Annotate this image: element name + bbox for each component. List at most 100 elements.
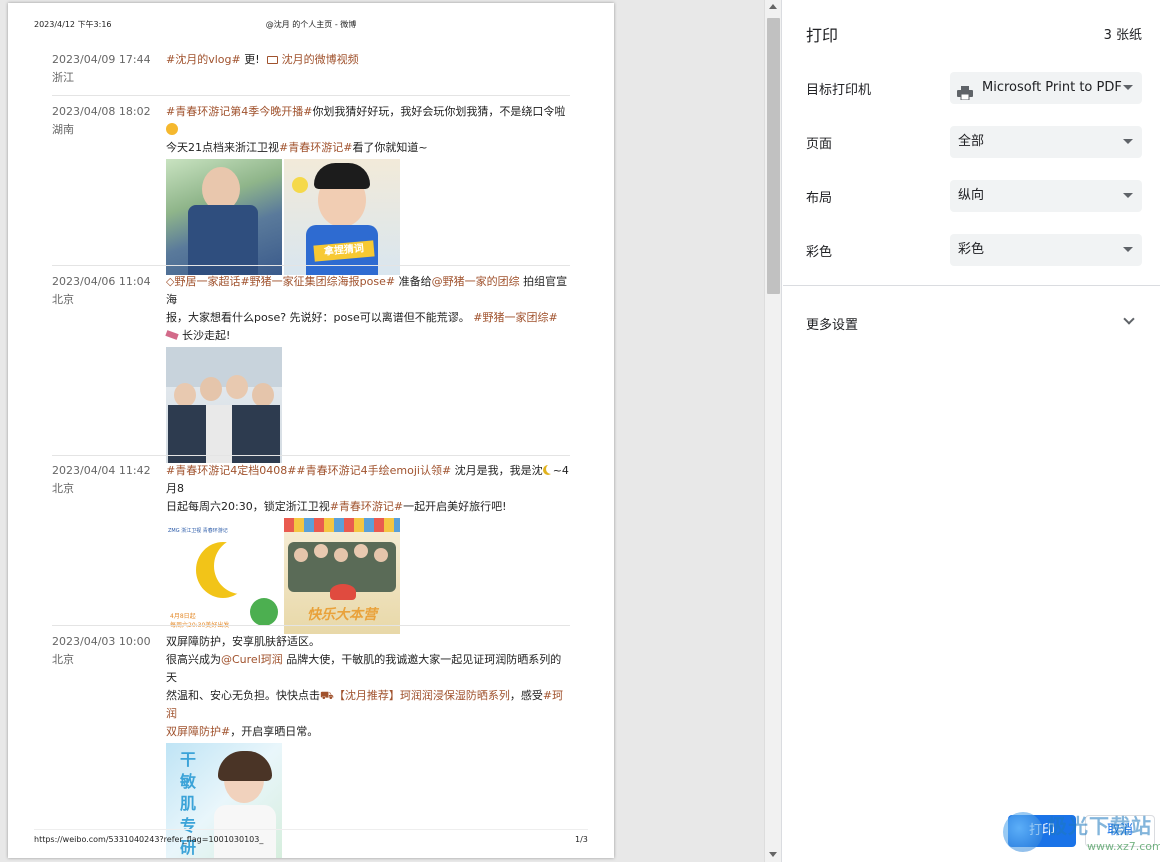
post-product-link: 【沈月推荐】珂润润浸保湿防晒系列 <box>333 689 510 702</box>
video-icon <box>267 56 279 64</box>
laughing-emoji-icon <box>166 123 178 135</box>
post-hashtag: #青春环游记# <box>329 500 404 513</box>
post-images <box>166 347 570 463</box>
cart-icon: ⛟ <box>320 689 334 702</box>
post-mention: @Curel珂润 <box>221 653 283 666</box>
sheet-count: 3 张纸 <box>1103 28 1142 43</box>
post-text-span: 一起开启美好旅行吧! <box>403 500 507 513</box>
settings-divider <box>783 285 1160 286</box>
printer-icon <box>957 81 973 101</box>
scrollbar-thumb[interactable] <box>767 18 780 294</box>
page-footer-url: https://weibo.com/5331040243?refer_flag=… <box>34 835 264 844</box>
pages-label: 页面 <box>806 137 833 152</box>
image-caption: 快乐大本营 <box>307 607 377 623</box>
page-footer-number: 1/3 <box>575 835 588 844</box>
post-text: ◇野居一家超话#野猪一家征集团综海报pose# 准备给@野猪一家的团综 拍组官宣… <box>165 273 570 463</box>
pages-select[interactable]: 全部 <box>950 126 1142 158</box>
post-divider <box>52 625 570 626</box>
post-text: #沈月的vlog# 更! 沈月的微博视频 <box>166 51 570 69</box>
page-footer-line <box>34 829 588 830</box>
preview-page: 2023/4/12 下午3:16 @沈月 的个人主页 - 微博 2023/04/… <box>8 3 614 858</box>
chevron-down-icon <box>1123 139 1133 144</box>
post-text-span: 双屏障防护，安享肌肤舒适区。 <box>166 635 320 648</box>
cancel-button[interactable]: 取消 <box>1085 815 1155 847</box>
post-location: 北京 <box>52 293 74 306</box>
print-dialog-title: 打印 <box>806 26 839 45</box>
scroll-down-arrow-icon[interactable] <box>769 852 777 857</box>
post-text-span: 很高兴成为 <box>166 653 221 666</box>
post-hashtag: #青春环游记4定档0408##青春环游记4手绘emoji认领# <box>166 464 452 477</box>
post-text-span: 你划我猜好好玩，我好会玩你划我猜，不是绕口令啦 <box>312 105 566 118</box>
post-image-photo <box>166 347 282 463</box>
post-text-span: 看了你就知道~ <box>352 141 428 154</box>
post-text-span: ，感受 <box>509 689 543 702</box>
post-text: #青春环游记4定档0408##青春环游记4手绘emoji认领# 沈月是我，我是沈… <box>166 462 570 634</box>
post-date: 2023/04/04 11:42 <box>52 464 151 477</box>
show-logo-icon <box>250 598 278 626</box>
chevron-down-icon <box>1123 193 1133 198</box>
post-text-span: ，开启享晒日常。 <box>230 725 319 738</box>
printer-value: Microsoft Print to PDF <box>982 80 1122 95</box>
layout-select[interactable]: 纵向 <box>950 180 1142 212</box>
post-image-photo: 拿捏猜词 <box>284 159 400 275</box>
post-text-span: 沈月是我，我是沈 <box>451 464 543 477</box>
post-image-photo: 快乐大本营 <box>284 518 400 634</box>
post-images: ZMG 浙江卫视 青春环游记 4月8日起 每周六20:30美好出发 快乐大本营 <box>166 518 570 634</box>
post-date: 2023/04/03 10:00 <box>52 635 151 648</box>
scroll-up-arrow-icon[interactable] <box>769 4 777 9</box>
post-image-poster: ZMG 浙江卫视 青春环游记 4月8日起 每周六20:30美好出发 <box>166 518 282 634</box>
print-button[interactable]: 打印 <box>1008 815 1076 847</box>
post-text-span: 然温和、安心无负担。快快点击 <box>166 689 320 702</box>
post-text-span: 报，大家想看什么pose? 先说好：pose可以离谱但不能荒谬。 <box>166 311 474 324</box>
color-value: 彩色 <box>958 242 985 257</box>
post-video-link: 沈月的微博视频 <box>281 53 359 66</box>
post-text-span: 更! <box>240 53 264 66</box>
post-meta: 2023/04/06 11:04 北京 <box>52 273 162 309</box>
post-meta: 2023/04/08 18:02 湖南 <box>52 103 162 139</box>
post-date: 2023/04/06 11:04 <box>52 275 151 288</box>
post-text-span: 准备给 <box>395 275 432 288</box>
post-divider <box>52 95 570 96</box>
post-hashtag: #沈月的vlog# <box>166 53 241 66</box>
chevron-down-icon <box>1123 85 1133 90</box>
post-text-span: 长沙走起! <box>182 329 231 342</box>
post-divider <box>52 455 570 456</box>
color-select[interactable]: 彩色 <box>950 234 1142 266</box>
pages-value: 全部 <box>958 134 985 149</box>
post-text: #青春环游记第4季今晚开播#你划我猜好好玩，我好会玩你划我猜，不是绕口令啦 今天… <box>166 103 570 275</box>
post-date: 2023/04/08 18:02 <box>52 105 151 118</box>
image-poster-top: ZMG 浙江卫视 青春环游记 <box>168 528 228 534</box>
post-text: 双屏障防护，安享肌肤舒适区。 很高兴成为@Curel珂润 品牌大使，干敏肌的我诚… <box>166 633 570 858</box>
layout-value: 纵向 <box>958 188 985 203</box>
post-location: 湖南 <box>52 123 74 136</box>
moon-emoji-icon <box>543 465 553 475</box>
chevron-down-icon <box>1123 247 1133 252</box>
post-images: 拿捏猜词 <box>166 159 570 275</box>
color-label: 彩色 <box>806 245 833 260</box>
post-meta: 2023/04/04 11:42 北京 <box>52 462 162 498</box>
post-supertopic: 野居一家超话 <box>174 275 241 288</box>
post-image-photo <box>166 159 282 275</box>
post-meta: 2023/04/09 17:44 浙江 <box>52 51 162 87</box>
layout-label: 布局 <box>806 191 833 206</box>
post-hashtag: #青春环游记# <box>279 141 353 154</box>
more-settings-toggle[interactable]: 更多设置 <box>806 314 858 333</box>
preview-scrollbar[interactable] <box>764 0 781 862</box>
printer-select[interactable]: Microsoft Print to PDF <box>950 72 1142 104</box>
post-text-span: 日起每周六20:30，锁定浙江卫视 <box>166 500 330 513</box>
post-hashtag: #野猪一家团综# <box>473 311 558 324</box>
printer-label: 目标打印机 <box>806 83 872 98</box>
post-location: 北京 <box>52 653 74 666</box>
post-location: 浙江 <box>52 71 74 84</box>
post-date: 2023/04/09 17:44 <box>52 53 151 66</box>
post-mention: @野猪一家的团综 <box>431 275 520 288</box>
airplane-emoji-icon <box>165 330 179 340</box>
lightbulb-icon <box>292 177 308 193</box>
post-hashtag: #青春环游记第4季今晚开播# <box>166 105 313 118</box>
chevron-down-icon[interactable] <box>1123 313 1135 325</box>
post-meta: 2023/04/03 10:00 北京 <box>52 633 162 669</box>
print-preview-pane: 2023/4/12 下午3:16 @沈月 的个人主页 - 微博 2023/04/… <box>0 0 782 862</box>
print-settings-panel: 打印 3 张纸 目标打印机 Microsoft Print to PDF 页面 … <box>783 0 1160 862</box>
post-location: 北京 <box>52 482 74 495</box>
post-hashtag: #野猪一家征集团综海报pose# <box>240 275 396 288</box>
